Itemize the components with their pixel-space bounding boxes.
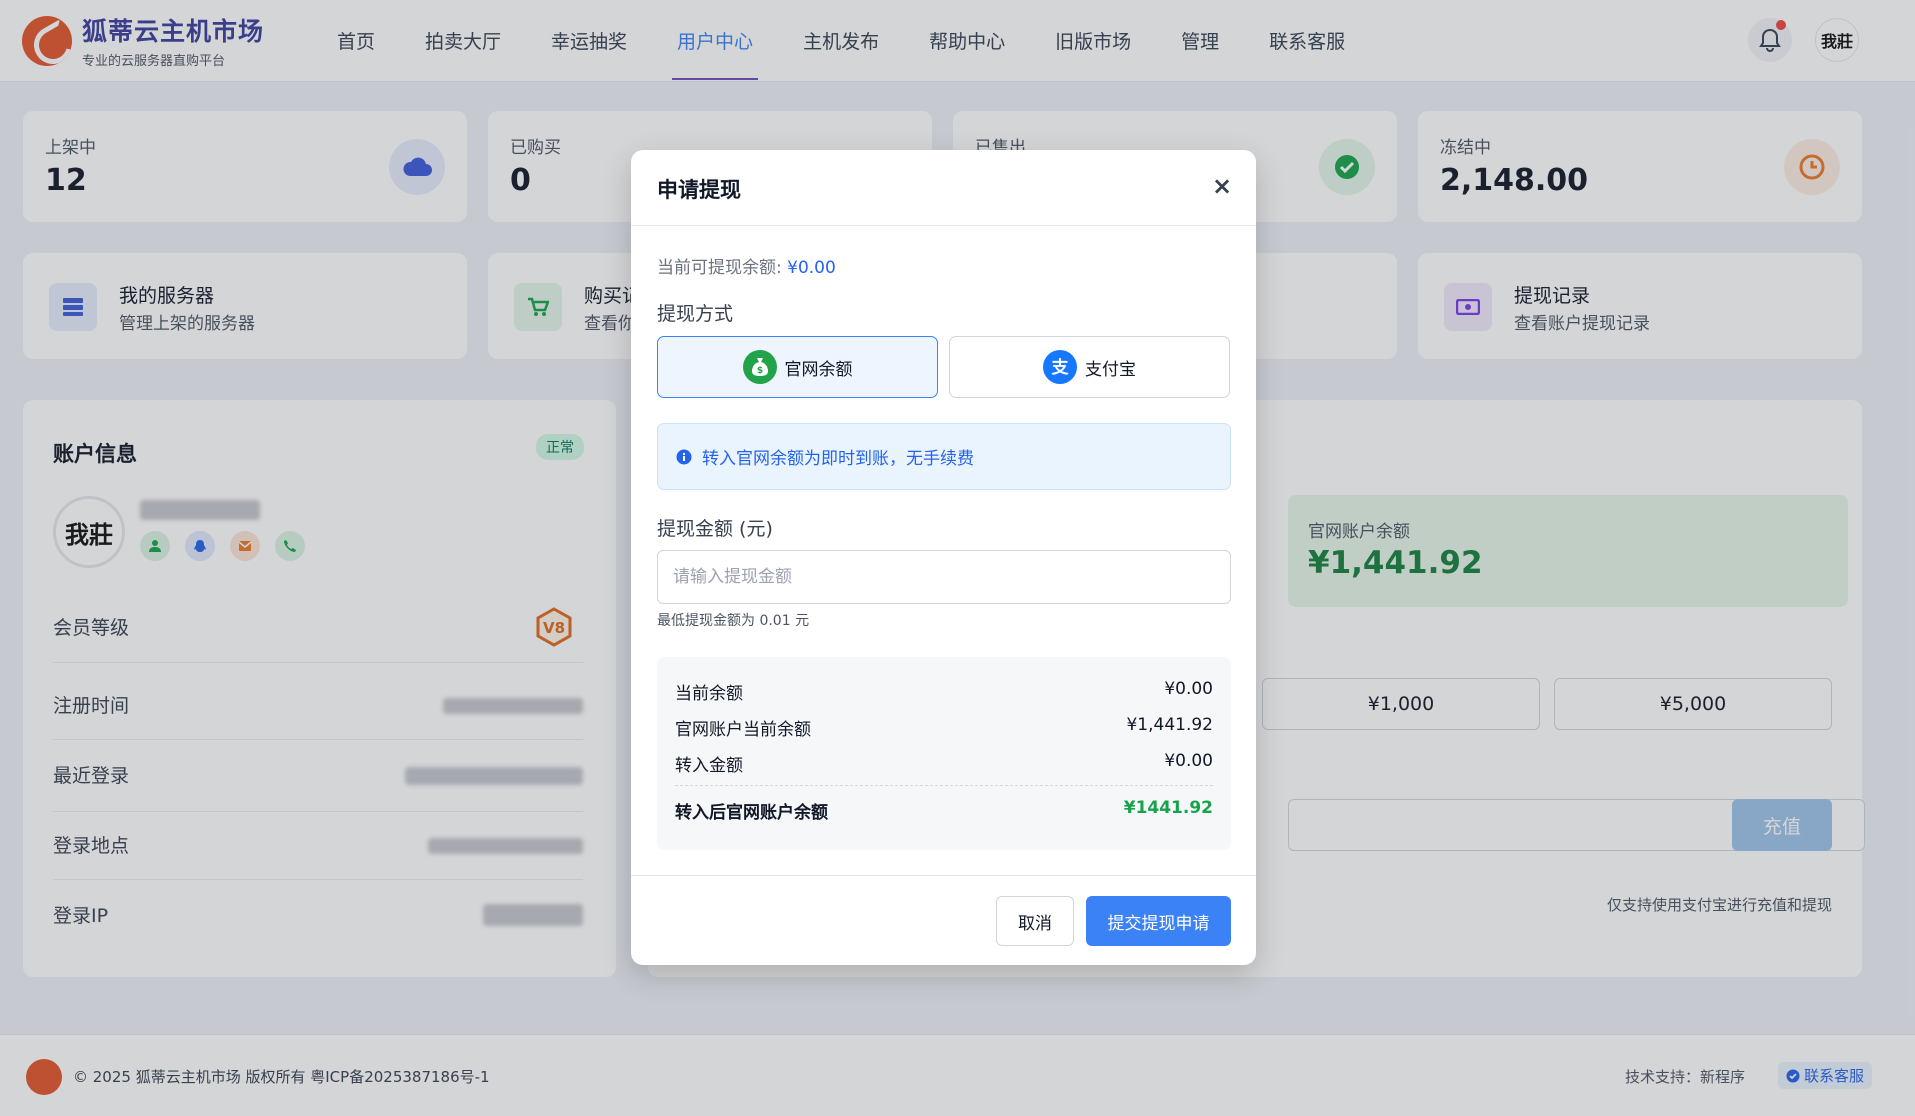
modal-footer: 取消 提交提现申请 bbox=[631, 875, 1256, 965]
modal-header: 申请提现 × bbox=[631, 150, 1256, 226]
available-label: 当前可提现余额: bbox=[657, 258, 788, 278]
summary-row: 转入金额 ¥0.00 bbox=[675, 751, 1213, 776]
method-label-text: 支付宝 bbox=[1085, 359, 1136, 380]
summary-row: 官网账户当前余额 ¥1,441.92 bbox=[675, 715, 1213, 740]
summary-value: ¥1,441.92 bbox=[1126, 715, 1213, 735]
summary-label: 当前余额 bbox=[675, 684, 743, 704]
summary-total-row: 转入后官网账户余额 ¥1441.92 bbox=[675, 798, 1213, 823]
info-text: 转入官网余额为即时到账，无手续费 bbox=[702, 449, 974, 469]
method-label-text: 官网余额 bbox=[784, 359, 853, 380]
close-icon[interactable]: × bbox=[1212, 172, 1232, 200]
amount-label: 提现金额 (元) bbox=[657, 518, 773, 540]
summary-row: 当前余额 ¥0.00 bbox=[675, 679, 1213, 704]
method-alipay[interactable]: 支 支付宝 bbox=[949, 336, 1230, 398]
info-icon bbox=[676, 449, 692, 464]
svg-text:$: $ bbox=[756, 366, 762, 376]
modal-title: 申请提现 bbox=[657, 178, 741, 202]
money-bag-icon: $ bbox=[742, 350, 777, 384]
summary-label: 官网账户当前余额 bbox=[675, 720, 811, 740]
withdraw-amount-input[interactable] bbox=[657, 550, 1231, 604]
info-notice: 转入官网余额为即时到账，无手续费 bbox=[657, 423, 1231, 490]
alipay-icon: 支 bbox=[1043, 350, 1077, 384]
summary-value: ¥0.00 bbox=[1164, 679, 1213, 699]
svg-text:支: 支 bbox=[1052, 357, 1070, 377]
method-official-balance[interactable]: $ 官网余额 bbox=[657, 336, 938, 398]
submit-withdraw-button[interactable]: 提交提现申请 bbox=[1086, 896, 1231, 946]
summary-divider bbox=[675, 785, 1213, 786]
available-value: ¥0.00 bbox=[787, 258, 836, 278]
total-label: 转入后官网账户余额 bbox=[675, 803, 828, 823]
withdraw-modal: 申请提现 × 当前可提现余额: ¥0.00 提现方式 $ 官网余额 支 支付宝 … bbox=[631, 150, 1256, 965]
available-balance: 当前可提现余额: ¥0.00 bbox=[657, 253, 836, 278]
method-label: 提现方式 bbox=[657, 303, 734, 325]
withdraw-summary: 当前余额 ¥0.00 官网账户当前余额 ¥1,441.92 转入金额 ¥0.00… bbox=[657, 657, 1231, 850]
summary-value: ¥0.00 bbox=[1164, 751, 1213, 771]
min-amount-note: 最低提现金额为 0.01 元 bbox=[657, 613, 810, 629]
total-value: ¥1441.92 bbox=[1123, 798, 1213, 818]
cancel-button[interactable]: 取消 bbox=[996, 896, 1074, 946]
summary-label: 转入金额 bbox=[675, 756, 743, 776]
